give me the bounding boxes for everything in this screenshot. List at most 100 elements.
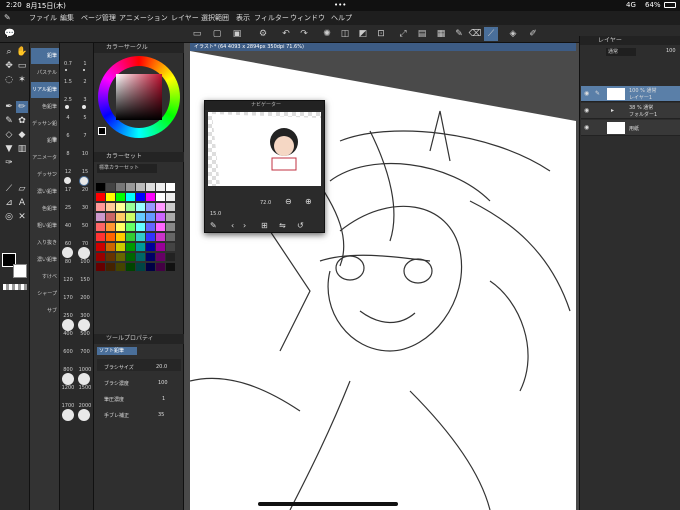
open-icon[interactable]: ▢ (210, 27, 224, 41)
zoom-icon[interactable]: ⌕ (3, 46, 15, 58)
navigator-title[interactable]: ナビゲーター (205, 101, 324, 110)
subtool-item[interactable]: デッサン鉛筆 (31, 116, 59, 143)
subtool-item[interactable]: パステル (31, 65, 59, 81)
grid-nav-icon[interactable]: ⊞ (261, 221, 268, 230)
menu-layer[interactable]: レイヤー (171, 13, 199, 23)
ruler-icon[interactable]: ⟋ (484, 27, 498, 41)
balloon-icon[interactable]: ◎ (3, 211, 15, 223)
menu-file[interactable]: ファイル (29, 13, 57, 23)
menu-help[interactable]: ヘルプ (331, 13, 352, 23)
new-icon[interactable]: ▭ (190, 27, 204, 41)
redo-icon[interactable]: ↷ (297, 27, 311, 41)
menu-animation[interactable]: アニメーション (119, 13, 168, 23)
size-dot[interactable] (62, 247, 73, 258)
layer-row[interactable]: ◉ 用紙 (581, 120, 680, 136)
subtool-item[interactable]: 濃い鉛筆 (31, 252, 59, 268)
size-dot[interactable] (78, 319, 90, 331)
prev-icon[interactable]: ‹ (231, 221, 234, 230)
size-dot[interactable] (62, 319, 74, 331)
subtool-item[interactable]: リアル鉛筆 (31, 82, 59, 98)
lasso-icon[interactable]: ◌ (3, 74, 15, 86)
layer-row[interactable]: ◉ ✎ 100 % 通常 レイヤー1 (581, 86, 680, 102)
size-dot[interactable] (83, 69, 85, 71)
subtool-item[interactable]: すけべ (31, 269, 59, 285)
navigator-preview[interactable] (208, 112, 321, 186)
size-dot[interactable] (64, 177, 71, 184)
subtool-item[interactable]: 鉛筆 (31, 48, 59, 64)
ruler-tool-icon[interactable]: ⊿ (3, 197, 15, 209)
multitask-dots[interactable]: ••• (334, 1, 346, 9)
subtool-item[interactable]: シャープ (31, 286, 59, 302)
eyedropper-icon[interactable]: ✒ (3, 101, 15, 113)
app-icon[interactable]: ✎ (4, 13, 11, 22)
menu-page[interactable]: ページ管理 (81, 13, 116, 23)
angle-value[interactable]: 15.0 (210, 211, 221, 217)
size-dot[interactable] (62, 373, 74, 385)
hand-icon[interactable]: ✋ (16, 46, 28, 58)
speech-icon[interactable]: 💬 (3, 27, 17, 41)
text-icon[interactable]: A (16, 197, 28, 209)
eye-icon[interactable]: ◉ (584, 90, 589, 97)
opacity-value[interactable]: 100 (666, 48, 676, 54)
flip-icon[interactable]: ⇋ (279, 221, 286, 230)
subtool-item[interactable]: 色鉛筆 (31, 99, 59, 115)
transparent-swatch[interactable] (3, 284, 27, 290)
subtool-item[interactable]: 粗い鉛筆 (31, 218, 59, 234)
menu-window[interactable]: ウィンドウ (290, 13, 325, 23)
color-square[interactable] (116, 74, 162, 120)
subtool-item[interactable]: 鉛筆 (31, 133, 59, 149)
size-dot[interactable] (82, 105, 86, 109)
size-dot[interactable] (65, 105, 69, 109)
move-icon[interactable]: ✥ (3, 60, 15, 72)
size-dot[interactable] (78, 409, 90, 421)
eraser-icon[interactable]: ⌫ (468, 27, 482, 41)
prop-value[interactable]: 20.0 (156, 364, 167, 370)
fill-icon[interactable]: ▤ (415, 27, 429, 41)
blend-mode-select[interactable]: 通常 (606, 48, 636, 56)
blend-icon[interactable]: ◆ (16, 129, 28, 141)
color-swatch-grid[interactable] (96, 183, 182, 311)
prop-value[interactable]: 100 (158, 380, 168, 386)
menu-filter[interactable]: フィルター (254, 13, 289, 23)
frame-icon[interactable]: ▱ (16, 183, 28, 195)
size-dot[interactable] (62, 409, 74, 421)
wand-icon[interactable]: ✶ (16, 74, 28, 86)
save-icon[interactable]: ▣ (230, 27, 244, 41)
subtool-item[interactable]: 濃い鉛筆 (31, 184, 59, 200)
eraser-tool-icon[interactable]: ◇ (3, 129, 15, 141)
zoom-value[interactable]: 72.0 (260, 200, 271, 206)
invert-icon[interactable]: ◩ (356, 27, 370, 41)
sparkle-icon[interactable]: ✺ (320, 27, 334, 41)
zoom-out-icon[interactable]: ⊖ (285, 197, 292, 206)
main-color-chip[interactable] (98, 127, 106, 135)
size-dot[interactable] (80, 177, 88, 185)
menu-edit[interactable]: 編集 (60, 13, 74, 23)
home-indicator[interactable] (258, 502, 398, 506)
edit-icon[interactable]: ✐ (526, 27, 540, 41)
pen-nav-icon[interactable]: ✎ (210, 221, 217, 230)
shape-tool-icon[interactable]: ⟋ (3, 183, 15, 195)
crop-icon[interactable]: ⊡ (374, 27, 388, 41)
subtool-item[interactable]: 入り抜き (31, 235, 59, 251)
subtool-item[interactable]: サブ (31, 303, 59, 319)
select-icon[interactable]: ▭ (16, 60, 28, 72)
transform-icon[interactable]: ⤢ (396, 27, 410, 41)
reset-icon[interactable]: ↺ (297, 221, 304, 230)
subtool-item[interactable]: アニメーター (31, 150, 59, 177)
size-dot[interactable] (78, 373, 90, 385)
dropper-icon[interactable]: ✑ (3, 157, 15, 169)
deselect-icon[interactable]: ◫ (338, 27, 352, 41)
subtool-item[interactable]: 色鉛筆 (31, 201, 59, 217)
shape-icon[interactable]: ◈ (506, 27, 520, 41)
settings-icon[interactable]: ⚙ (256, 27, 270, 41)
eye-icon[interactable]: ◉ (584, 107, 589, 114)
brush-icon[interactable]: ✎ (3, 115, 15, 127)
line-icon[interactable]: ✕ (16, 211, 28, 223)
size-dot[interactable] (65, 69, 67, 71)
pencil-icon[interactable]: ✏ (16, 101, 28, 113)
eye-icon[interactable]: ◉ (584, 124, 589, 131)
layer-row[interactable]: ◉ ▸ 38 % 通常 フォルダー1 (581, 103, 680, 119)
sub-color-swatch[interactable] (13, 264, 27, 278)
subtool-item[interactable]: デッサン (31, 167, 59, 183)
size-dot[interactable] (78, 247, 90, 259)
